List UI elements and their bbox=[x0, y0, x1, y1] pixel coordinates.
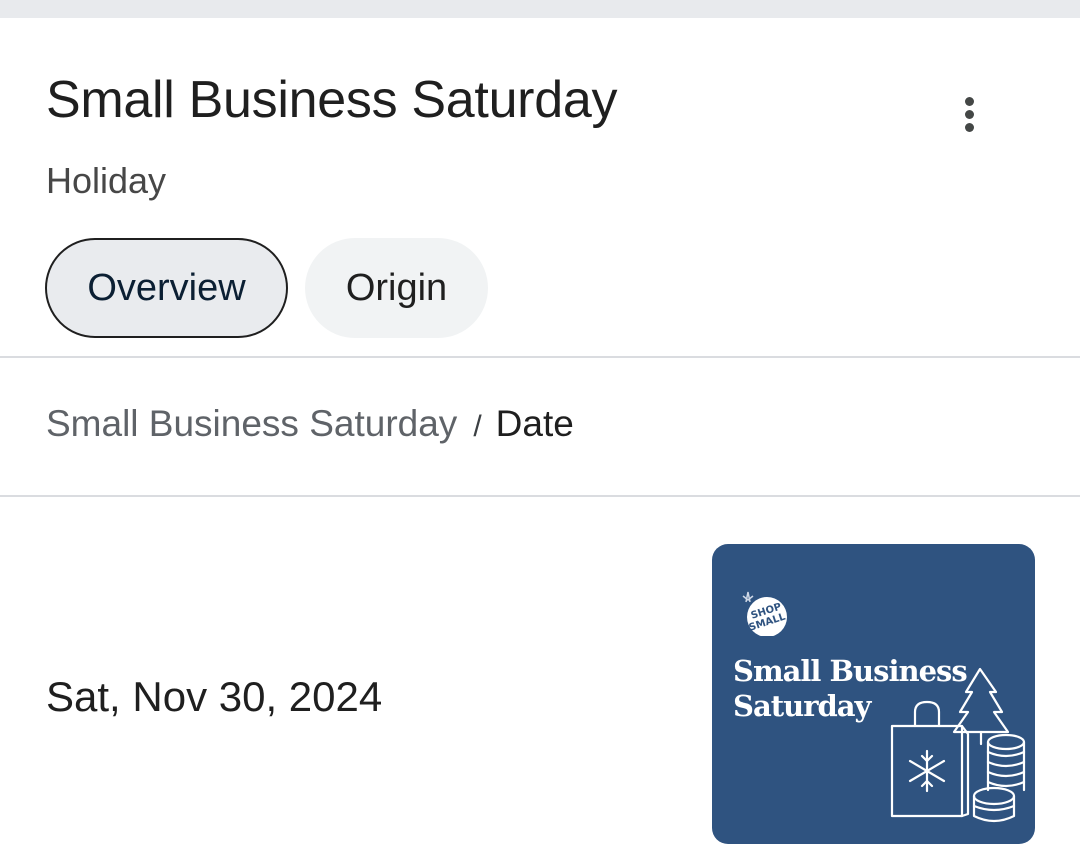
shop-small-logo: SHOP SMALL bbox=[733, 584, 799, 636]
breadcrumb-separator: / bbox=[473, 410, 482, 443]
shopping-bag-icon bbox=[882, 664, 1035, 829]
top-bar bbox=[0, 0, 1080, 18]
breadcrumb-current: Date bbox=[495, 403, 574, 444]
breadcrumb: Small Business Saturday / Date bbox=[46, 403, 574, 445]
page-subtitle: Holiday bbox=[46, 160, 167, 201]
tab-overview[interactable]: Overview bbox=[45, 238, 288, 338]
divider bbox=[0, 356, 1080, 358]
breadcrumb-parent-link[interactable]: Small Business Saturday bbox=[46, 403, 457, 444]
divider bbox=[0, 495, 1080, 497]
more-options-button[interactable] bbox=[944, 84, 996, 144]
event-thumbnail[interactable]: SHOP SMALL Small Business Saturday bbox=[712, 544, 1035, 844]
answer-date: Sat, Nov 30, 2024 bbox=[46, 673, 383, 720]
tab-origin[interactable]: Origin bbox=[305, 238, 488, 338]
page-title: Small Business Saturday bbox=[46, 71, 618, 129]
